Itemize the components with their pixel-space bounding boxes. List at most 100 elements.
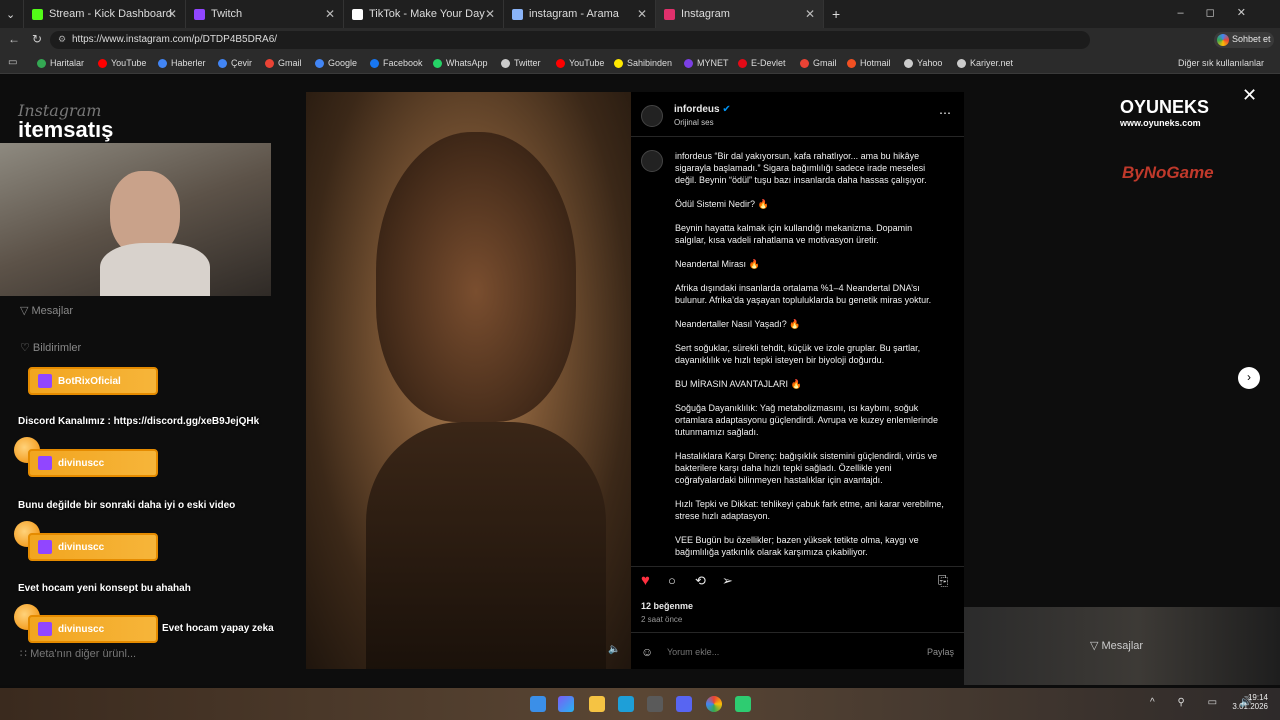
browser-tab[interactable]: TikTok - Make Your Day ✕ — [344, 0, 504, 28]
bookmark-item[interactable]: E-Devlet — [738, 58, 786, 68]
caption-paragraph: Beynin hayatta kalmak için kullandığı me… — [675, 223, 913, 245]
clock-time: 19:14 — [1247, 693, 1268, 702]
tab-label: Twitch — [211, 8, 243, 20]
clock[interactable]: 19:14 3.01.2026 — [1232, 693, 1268, 711]
close-tab-icon[interactable]: ✕ — [325, 7, 335, 21]
browser-tab[interactable]: Instagram ✕ — [656, 0, 824, 28]
tab-favicon-icon — [512, 8, 523, 20]
bookmark-item[interactable]: Sahibinden — [614, 58, 672, 68]
edge-icon[interactable] — [618, 696, 634, 712]
post-username[interactable]: infordeus ✔ — [674, 104, 731, 115]
webcam-overlay — [0, 143, 271, 296]
comment-input[interactable] — [667, 645, 897, 659]
url-input[interactable]: ⚙ https://www.instagram.com/p/DTDP4B5DRA… — [50, 31, 1090, 49]
discord-message: Discord Kanalımız : https://discord.gg/x… — [18, 416, 260, 427]
close-tab-icon[interactable]: ✕ — [485, 7, 495, 21]
discord-icon[interactable] — [676, 696, 692, 712]
next-post-button[interactable]: › — [1238, 367, 1260, 389]
sidebar-messages[interactable]: ▽ Mesajlar — [20, 304, 73, 317]
bookmark-item[interactable]: Gmail — [800, 58, 837, 68]
bookmark-item[interactable]: MYNET — [684, 58, 729, 68]
chrome-icon[interactable] — [706, 696, 722, 712]
browser-tab[interactable]: Twitch ✕ — [186, 0, 344, 28]
sidebar-notifications[interactable]: ♡ Bildirimler — [20, 341, 81, 354]
comment-icon[interactable]: ○ — [668, 573, 676, 588]
sidebar-more[interactable]: ∷ Meta'nın diğer ürünl... — [20, 647, 136, 660]
bookmark-item[interactable]: WhatsApp — [433, 58, 488, 68]
caption-avatar[interactable] — [641, 150, 663, 172]
bookmark-item[interactable]: Çevir — [218, 58, 252, 68]
sponsor1-url: www.oyuneks.com — [1120, 118, 1201, 128]
instagram-page: Instagram itemsatış ▽ Mesajlar ♡ Bildiri… — [0, 75, 1280, 685]
divider — [631, 566, 964, 567]
bookmark-favicon-icon — [315, 58, 324, 68]
tab-list-button[interactable]: ⌄ — [0, 0, 24, 28]
chat-button[interactable]: Sohbet et — [1214, 32, 1274, 48]
bookmark-favicon-icon — [98, 58, 107, 68]
start-icon[interactable] — [530, 696, 546, 712]
file-explorer-icon[interactable] — [589, 696, 605, 712]
bookmark-favicon-icon — [957, 58, 966, 68]
close-tab-icon[interactable]: ✕ — [805, 7, 815, 21]
app-icon[interactable] — [735, 696, 751, 712]
avatar[interactable] — [641, 105, 663, 127]
back-icon[interactable]: ← — [8, 32, 20, 46]
browser-tab[interactable]: instagram - Arama ✕ — [504, 0, 656, 28]
save-icon[interactable]: ⎘ — [938, 573, 948, 589]
bookmark-item[interactable]: YouTube — [556, 58, 604, 68]
chat-user-3: divinuscc — [58, 623, 105, 635]
bookmark-item[interactable]: Facebook — [370, 58, 423, 68]
site-info-icon[interactable]: ⚙ — [58, 34, 66, 45]
window-controls[interactable]: –◻✕ — [1178, 6, 1268, 19]
tab-favicon-icon — [32, 8, 43, 20]
chat-user-badge-2: divinuscc — [28, 533, 158, 561]
bookmark-favicon-icon — [370, 58, 379, 68]
bookmark-item[interactable]: Yahoo — [904, 58, 942, 68]
bookmark-item[interactable]: Kariyer.net — [957, 58, 1013, 68]
bookmark-favicon-icon — [847, 58, 856, 68]
bookmark-item[interactable]: Gmail — [265, 58, 302, 68]
bookmark-item[interactable]: YouTube — [98, 58, 146, 68]
bookmark-item[interactable]: Haberler — [158, 58, 206, 68]
browser-tab[interactable]: Stream - Kick Dashboard ✕ — [24, 0, 186, 28]
bookmark-favicon-icon — [614, 58, 623, 68]
volume-icon[interactable]: 🔈 — [608, 644, 620, 655]
like-count[interactable]: 12 beğenme — [641, 601, 693, 611]
audio-label[interactable]: Orijinal ses — [674, 118, 714, 127]
copilot-icon — [1217, 34, 1229, 46]
sidebar-toggle-icon[interactable]: ▭ — [8, 57, 17, 68]
bookmark-favicon-icon — [265, 58, 274, 68]
messages-chat-button[interactable]: ▽ Mesajlar — [1090, 639, 1143, 652]
like-icon[interactable]: ♥ — [641, 572, 650, 589]
bookmark-item[interactable]: Google — [315, 58, 357, 68]
bookmark-favicon-icon — [738, 58, 747, 68]
other-bookmarks[interactable]: Diğer sık kullanılanlar — [1178, 58, 1264, 68]
close-icon[interactable]: ✕ — [1242, 85, 1257, 106]
share-icon[interactable]: ➢ — [722, 573, 733, 589]
tab-favicon-icon — [664, 8, 675, 20]
store-icon[interactable] — [647, 696, 663, 712]
share-button[interactable]: Paylaş — [927, 647, 954, 657]
bookmark-favicon-icon — [433, 58, 442, 68]
new-tab-button[interactable]: + — [824, 0, 848, 28]
more-options-icon[interactable]: ⋯ — [939, 106, 951, 120]
copilot-taskbar-icon[interactable] — [558, 696, 574, 712]
post-details-panel: infordeus ✔ Orijinal ses ⋯ infordeus “Bi… — [631, 92, 964, 669]
bookmark-label: WhatsApp — [446, 58, 488, 68]
messages-icon: ▽ — [1090, 640, 1102, 652]
bookmark-favicon-icon — [684, 58, 693, 68]
bookmark-item[interactable]: Twitter — [501, 58, 541, 68]
post-image[interactable]: 🔈 — [306, 92, 631, 669]
reload-icon[interactable]: ↻ — [32, 32, 42, 46]
portrait-body — [366, 422, 606, 669]
windows-taskbar: ^ ⚲ ▭ 🔊 19:14 3.01.2026 — [0, 688, 1280, 720]
close-tab-icon[interactable]: ✕ — [637, 7, 647, 21]
repost-icon[interactable]: ⟲ — [695, 573, 706, 589]
divider — [631, 632, 964, 633]
messages-icon: ▽ — [20, 305, 32, 317]
close-tab-icon[interactable]: ✕ — [167, 7, 177, 21]
bookmark-label: Gmail — [278, 58, 302, 68]
bookmark-item[interactable]: Haritalar — [37, 58, 84, 68]
bookmark-item[interactable]: Hotmail — [847, 58, 891, 68]
emoji-icon[interactable]: ☺ — [641, 645, 653, 659]
